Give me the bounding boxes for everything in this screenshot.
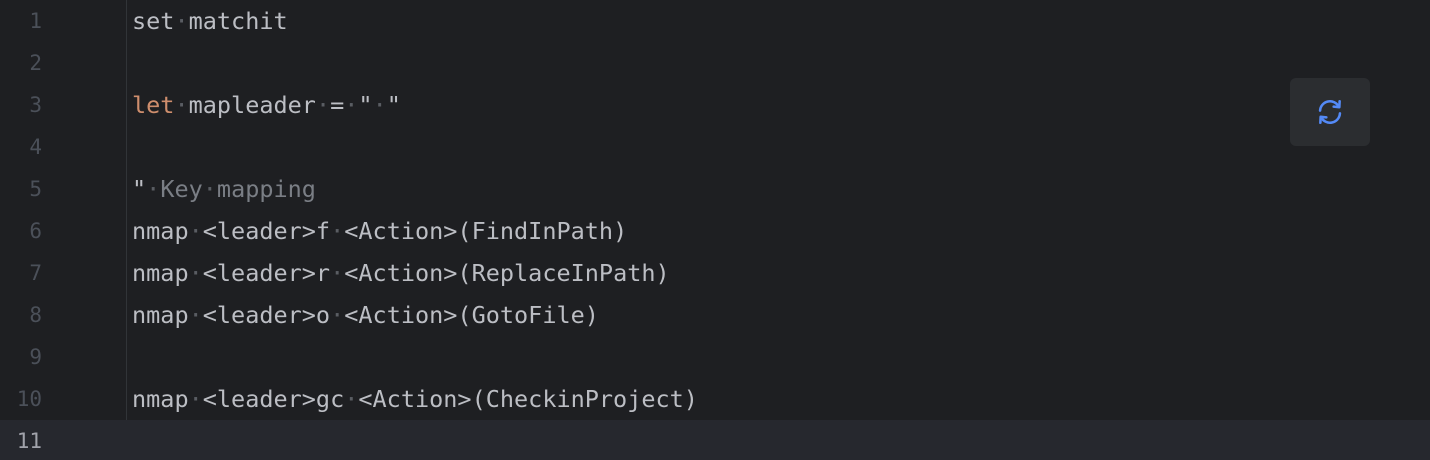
code-line[interactable]: 5 "·Key·mapping (0, 168, 1430, 210)
code-line[interactable]: 6 nmap·<leader>f·<Action>(FindInPath) (0, 210, 1430, 252)
code-token: set (132, 7, 175, 35)
whitespace-marker: · (330, 217, 345, 245)
code-token: Key (160, 175, 203, 203)
line-code: nmap·<leader>o·<Action>(GotoFile) (132, 294, 599, 336)
code-token: mapping (216, 175, 316, 203)
line-number: 8 (29, 303, 42, 327)
code-token: nmap (132, 385, 189, 413)
code-token: mapleader (188, 91, 316, 119)
line-number: 2 (29, 51, 42, 75)
code-token: <leader>f (202, 217, 331, 245)
whitespace-marker: · (330, 259, 345, 287)
code-line[interactable]: 2 (0, 42, 1430, 84)
reload-config-button[interactable] (1290, 78, 1370, 146)
code-token: <Action>(GotoFile) (344, 301, 599, 329)
whitespace-marker: · (344, 385, 359, 413)
line-code: "·Key·mapping (132, 168, 316, 210)
line-number: 1 (29, 9, 42, 33)
code-token: <Action>(ReplaceInPath) (344, 259, 670, 287)
code-line[interactable]: 1 set·matchit (0, 0, 1430, 42)
code-token: = (330, 91, 345, 119)
line-code: nmap·<leader>r·<Action>(ReplaceInPath) (132, 252, 670, 294)
whitespace-marker: · (174, 91, 189, 119)
line-code: nmap·<leader>f·<Action>(FindInPath) (132, 210, 627, 252)
whitespace-marker: · (315, 91, 331, 119)
code-token: <leader>r (202, 259, 331, 287)
line-number: 6 (29, 219, 42, 243)
whitespace-marker: · (372, 91, 387, 119)
whitespace-marker: · (344, 91, 359, 119)
code-token: <leader>gc (202, 385, 345, 413)
reload-icon (1318, 99, 1342, 125)
code-token: <Action>(FindInPath) (344, 217, 628, 245)
code-line[interactable]: 8 nmap·<leader>o·<Action>(GotoFile) (0, 294, 1430, 336)
whitespace-marker: · (174, 7, 189, 35)
code-line[interactable]: 11 (0, 420, 1430, 460)
line-number: 9 (29, 345, 42, 369)
code-token: nmap (132, 259, 189, 287)
code-line[interactable]: 3 let·mapleader·=·"·" (0, 84, 1430, 126)
line-code: let·mapleader·=·"·" (132, 84, 401, 126)
code-token: let (132, 91, 175, 119)
code-token: <leader>o (202, 301, 331, 329)
line-number: 3 (29, 93, 42, 117)
line-code: nmap·<leader>gc·<Action>(CheckinProject) (132, 378, 698, 420)
code-editor[interactable]: 1 set·matchit 2 3 let·mapleader·=·"·" 4 5 "·Key… (0, 0, 1430, 460)
code-token: " (132, 175, 147, 203)
code-token: nmap (132, 217, 189, 245)
code-line[interactable]: 4 (0, 126, 1430, 168)
code-token: nmap (132, 301, 189, 329)
whitespace-marker: · (188, 217, 203, 245)
code-token: " (386, 91, 401, 119)
code-token: " (358, 91, 373, 119)
code-token: <Action>(CheckinProject) (358, 385, 698, 413)
whitespace-marker: · (330, 301, 345, 329)
whitespace-marker: · (188, 301, 203, 329)
line-code: set·matchit (132, 0, 288, 42)
line-number: 7 (29, 261, 42, 285)
whitespace-marker: · (188, 259, 203, 287)
whitespace-marker: · (202, 175, 217, 203)
code-token: matchit (188, 7, 288, 35)
whitespace-marker: · (146, 175, 161, 203)
line-number: 10 (16, 387, 42, 411)
line-number: 11 (16, 429, 42, 453)
code-line[interactable]: 7 nmap·<leader>r·<Action>(ReplaceInPath) (0, 252, 1430, 294)
code-line[interactable]: 9 (0, 336, 1430, 378)
line-number: 5 (29, 177, 42, 201)
whitespace-marker: · (188, 385, 203, 413)
code-line[interactable]: 10 nmap·<leader>gc·<Action>(CheckinProjec… (0, 378, 1430, 420)
line-number: 4 (29, 135, 42, 159)
